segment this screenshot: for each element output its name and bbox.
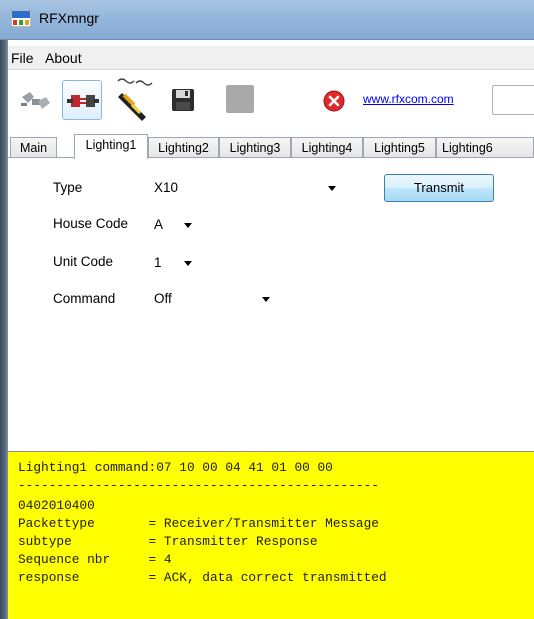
log-line: subtype = Transmitter Response <box>18 534 318 549</box>
tab-lighting1[interactable]: Lighting1 <box>74 134 148 159</box>
house-code-label: House Code <box>53 216 129 231</box>
record-icon[interactable] <box>110 77 154 125</box>
tab-main[interactable]: Main <box>10 137 57 158</box>
chevron-down-icon <box>184 261 192 266</box>
log-line: response = ACK, data correct transmitted <box>18 570 387 585</box>
stop-icon[interactable] <box>226 85 254 113</box>
disconnect-button[interactable] <box>62 80 102 120</box>
chevron-down-icon <box>262 297 270 302</box>
chevron-down-icon <box>328 186 336 191</box>
transmit-button[interactable]: Transmit <box>384 174 494 202</box>
unit-code-value: 1 <box>154 255 162 270</box>
command-value: Off <box>154 291 172 306</box>
house-code-value: A <box>154 217 164 232</box>
tab-lighting6[interactable]: Lighting6 <box>436 137 534 158</box>
tab-strip: Main Lighting1 Lighting2 Lighting3 Light… <box>8 134 534 159</box>
log-line: ----------------------------------------… <box>18 478 379 493</box>
type-select[interactable]: X10 <box>152 177 347 199</box>
house-code-select[interactable]: A <box>152 214 202 236</box>
unit-code-select[interactable]: 1 <box>152 252 202 274</box>
menu-bar: File About <box>8 46 534 70</box>
toolbar-text-input[interactable] <box>492 85 534 115</box>
rfxcom-link[interactable]: www.rfxcom.com <box>363 92 454 106</box>
log-line: 0402010400 <box>18 498 95 513</box>
tab-lighting4[interactable]: Lighting4 <box>291 137 363 158</box>
save-icon[interactable] <box>171 88 195 112</box>
close-icon[interactable] <box>323 90 345 112</box>
type-value: X10 <box>154 180 179 195</box>
disconnect-icon <box>67 95 99 107</box>
tab-lighting2[interactable]: Lighting2 <box>148 137 219 158</box>
chevron-down-icon <box>184 223 192 228</box>
window-left-edge <box>0 40 8 619</box>
window-title: RFXmngr <box>39 10 99 26</box>
title-bar: RFXmngr <box>0 0 534 40</box>
output-log[interactable]: Lighting1 command:07 10 00 04 41 01 00 0… <box>8 451 534 619</box>
log-line: Packettype = Receiver/Transmitter Messag… <box>18 516 379 531</box>
log-line: Sequence nbr = 4 <box>18 552 172 567</box>
command-label: Command <box>53 291 116 306</box>
tab-lighting3[interactable]: Lighting3 <box>219 137 291 158</box>
log-line: Lighting1 command:07 10 00 04 41 01 00 0… <box>18 460 333 475</box>
menu-about[interactable]: About <box>45 50 82 66</box>
menu-file[interactable]: File <box>11 50 34 66</box>
tab-lighting5[interactable]: Lighting5 <box>363 137 436 158</box>
lighting1-panel: Type X10 Transmit House Code A Unit Code… <box>8 158 534 450</box>
unit-code-label: Unit Code <box>53 254 114 269</box>
toolbar: www.rfxcom.com <box>8 71 534 129</box>
command-select[interactable]: Off <box>152 288 284 310</box>
type-label: Type <box>53 180 83 195</box>
rfx-app-icon <box>11 10 31 27</box>
connect-icon[interactable] <box>18 83 52 117</box>
